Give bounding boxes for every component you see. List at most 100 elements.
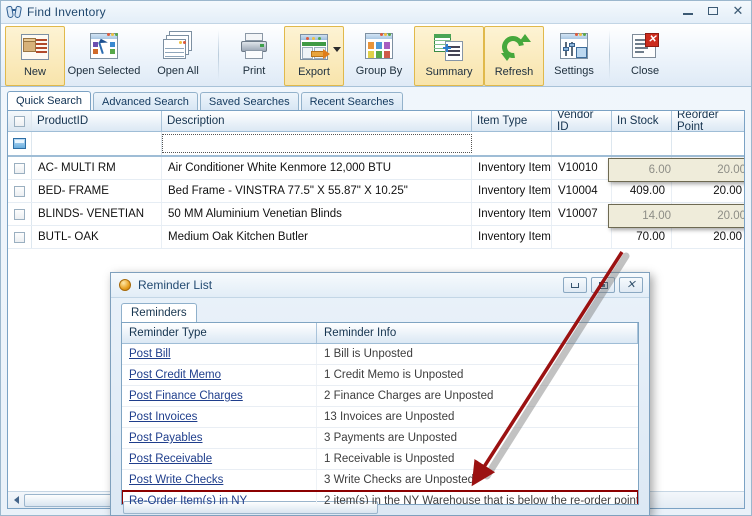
column-header-reorder-point[interactable]: Reorder Point <box>672 111 744 133</box>
reminder-minimize-icon[interactable] <box>563 277 587 293</box>
reminder-maximize-icon[interactable] <box>591 277 615 293</box>
cell-description[interactable]: Medium Oak Kitchen Butler <box>162 226 472 248</box>
table-row[interactable]: BED- FRAME Bed Frame - VINSTRA 77.5" X 55… <box>8 180 744 203</box>
cell-item_type[interactable]: Inventory Item <box>472 157 552 179</box>
new-button[interactable]: New <box>5 26 65 86</box>
reminder-row[interactable]: Post Finance Charges 2 Finance Charges ar… <box>122 386 638 407</box>
chevron-down-icon[interactable] <box>333 47 341 52</box>
filter-vendor-id[interactable] <box>552 132 612 155</box>
reminder-row[interactable]: Post Credit Memo 1 Credit Memo is Unposte… <box>122 365 638 386</box>
open-all-button[interactable]: Open All <box>143 26 213 86</box>
cell-description[interactable]: Air Conditioner White Kenmore 12,000 BTU <box>162 157 472 179</box>
reminder-row[interactable]: Re-Order Item(s) in NY 2 item(s) in the N… <box>122 490 638 504</box>
reminder-type-link[interactable]: Post Write Checks <box>122 470 317 490</box>
cell-description[interactable]: 50 MM Aluminium Venetian Blinds <box>162 203 472 225</box>
reminder-type-link[interactable]: Post Credit Memo <box>122 365 317 385</box>
cell-item_type[interactable]: Inventory Item <box>472 180 552 202</box>
reminder-type-link[interactable]: Post Payables <box>122 428 317 448</box>
search-tabs: Quick Search Advanced Search Saved Searche… <box>7 91 751 110</box>
cell-vendor_id[interactable]: V10004 <box>552 180 612 202</box>
column-header-product-id[interactable]: ProductID <box>32 111 162 131</box>
filter-description[interactable] <box>162 134 472 153</box>
row-checkbox[interactable] <box>14 162 25 174</box>
close-button[interactable]: ✕ Close <box>615 26 675 86</box>
new-row-indicator-cell <box>8 132 32 155</box>
cell-product_id[interactable]: BUTL- OAK <box>32 226 162 248</box>
column-header-in-stock[interactable]: In Stock <box>612 111 672 131</box>
settings-button[interactable]: Settings <box>544 26 604 86</box>
cell-item_type[interactable]: Inventory Item <box>472 203 552 225</box>
reminder-row[interactable]: Post Write Checks 3 Write Checks are Unpo… <box>122 470 638 491</box>
cell-reorder_point[interactable]: 20.00 <box>672 180 744 202</box>
reminder-column-header-type[interactable]: Reminder Type <box>122 323 317 343</box>
refresh-button[interactable]: Refresh <box>484 26 544 86</box>
printer-icon <box>238 31 270 62</box>
column-header-description[interactable]: Description <box>162 111 472 131</box>
filter-in-stock[interactable] <box>612 132 672 155</box>
row-select-cell[interactable] <box>8 226 32 248</box>
reminder-tab-reminders[interactable]: Reminders <box>121 303 197 322</box>
cell-vendor_id[interactable] <box>552 226 612 248</box>
row-checkbox[interactable] <box>14 185 25 197</box>
filter-product-id[interactable] <box>32 132 162 155</box>
select-all-checkbox[interactable] <box>14 115 25 127</box>
cell-item_type[interactable]: Inventory Item <box>472 226 552 248</box>
group-by-button[interactable]: Group By <box>344 26 414 86</box>
tab-advanced-search[interactable]: Advanced Search <box>93 92 198 110</box>
reminder-row[interactable]: Post Invoices 13 Invoices are Unposted <box>122 407 638 428</box>
cell-text: BLINDS- VENETIAN <box>38 208 145 220</box>
row-checkbox[interactable] <box>14 208 25 220</box>
group-by-icon <box>363 31 395 62</box>
toolbar-separator-1 <box>218 30 219 80</box>
row-select-cell[interactable] <box>8 180 32 202</box>
tab-quick-search[interactable]: Quick Search <box>7 91 92 110</box>
reminder-type-link[interactable]: Post Bill <box>122 344 317 364</box>
select-all-cell[interactable] <box>8 111 32 131</box>
filter-item-type[interactable] <box>472 132 552 155</box>
minimize-icon[interactable] <box>681 4 695 18</box>
reminder-type-link[interactable]: Post Finance Charges <box>122 386 317 406</box>
reminder-column-header-info[interactable]: Reminder Info <box>317 323 638 343</box>
cell-reorder_point[interactable]: 20.00 <box>672 226 744 248</box>
tab-recent-searches[interactable]: Recent Searches <box>300 92 403 110</box>
cell-product_id[interactable]: AC- MULTI RM <box>32 157 162 179</box>
highlight-in-stock: 14.00 <box>642 210 671 222</box>
new-row-icon <box>13 138 26 149</box>
cell-in_stock[interactable]: 409.00 <box>612 180 672 202</box>
cell-text: BED- FRAME <box>38 185 109 197</box>
maximize-icon[interactable] <box>706 4 720 18</box>
reminder-row[interactable]: Post Receivable 1 Receivable is Unposted <box>122 449 638 470</box>
export-button[interactable]: Export <box>284 26 344 86</box>
close-button-label: Close <box>630 65 660 77</box>
print-button[interactable]: Print <box>224 26 284 86</box>
row-select-cell[interactable] <box>8 203 32 225</box>
reminder-row[interactable]: Post Payables 3 Payments are Unposted <box>122 428 638 449</box>
cell-vendor_id[interactable]: V10007 <box>552 203 612 225</box>
reminder-type-link[interactable]: Post Receivable <box>122 449 317 469</box>
cell-in_stock[interactable]: 70.00 <box>612 226 672 248</box>
reminder-row[interactable]: Post Bill 1 Bill is Unposted <box>122 344 638 365</box>
open-selected-button[interactable]: Open Selected <box>65 26 143 86</box>
row-checkbox[interactable] <box>14 231 25 243</box>
table-row[interactable]: BUTL- OAK Medium Oak Kitchen Butler Invent… <box>8 226 744 249</box>
reminder-info-cell: 3 Write Checks are Unposted <box>317 470 638 490</box>
cell-product_id[interactable]: BLINDS- VENETIAN <box>32 203 162 225</box>
row-select-cell[interactable] <box>8 157 32 179</box>
summary-button[interactable]: Summary <box>414 26 484 86</box>
tab-saved-searches[interactable]: Saved Searches <box>199 92 299 110</box>
scroll-left-arrow[interactable] <box>8 493 24 508</box>
reminder-type-link[interactable]: Re-Order Item(s) in NY <box>122 491 317 504</box>
column-header-vendor-id[interactable]: Vendor ID <box>552 111 612 133</box>
close-icon[interactable]: ✕ <box>731 4 745 18</box>
reminder-type-link[interactable]: Post Invoices <box>122 407 317 427</box>
filter-reorder-point[interactable] <box>672 132 744 155</box>
column-header-item-type[interactable]: Item Type <box>472 111 552 131</box>
cell-description[interactable]: Bed Frame - VINSTRA 77.5" X 55.87" X 10.… <box>162 180 472 202</box>
reminder-type-text: Post Write Checks <box>129 474 224 486</box>
cell-vendor_id[interactable]: V10010 <box>552 157 612 179</box>
reminder-dialog-title: Reminder List <box>138 278 213 292</box>
export-icon <box>298 32 330 63</box>
reminder-close-icon[interactable]: ✕ <box>619 277 643 293</box>
reminder-grid-body: Post Bill 1 Bill is Unposted Post Credit M… <box>122 344 638 504</box>
cell-product_id[interactable]: BED- FRAME <box>32 180 162 202</box>
